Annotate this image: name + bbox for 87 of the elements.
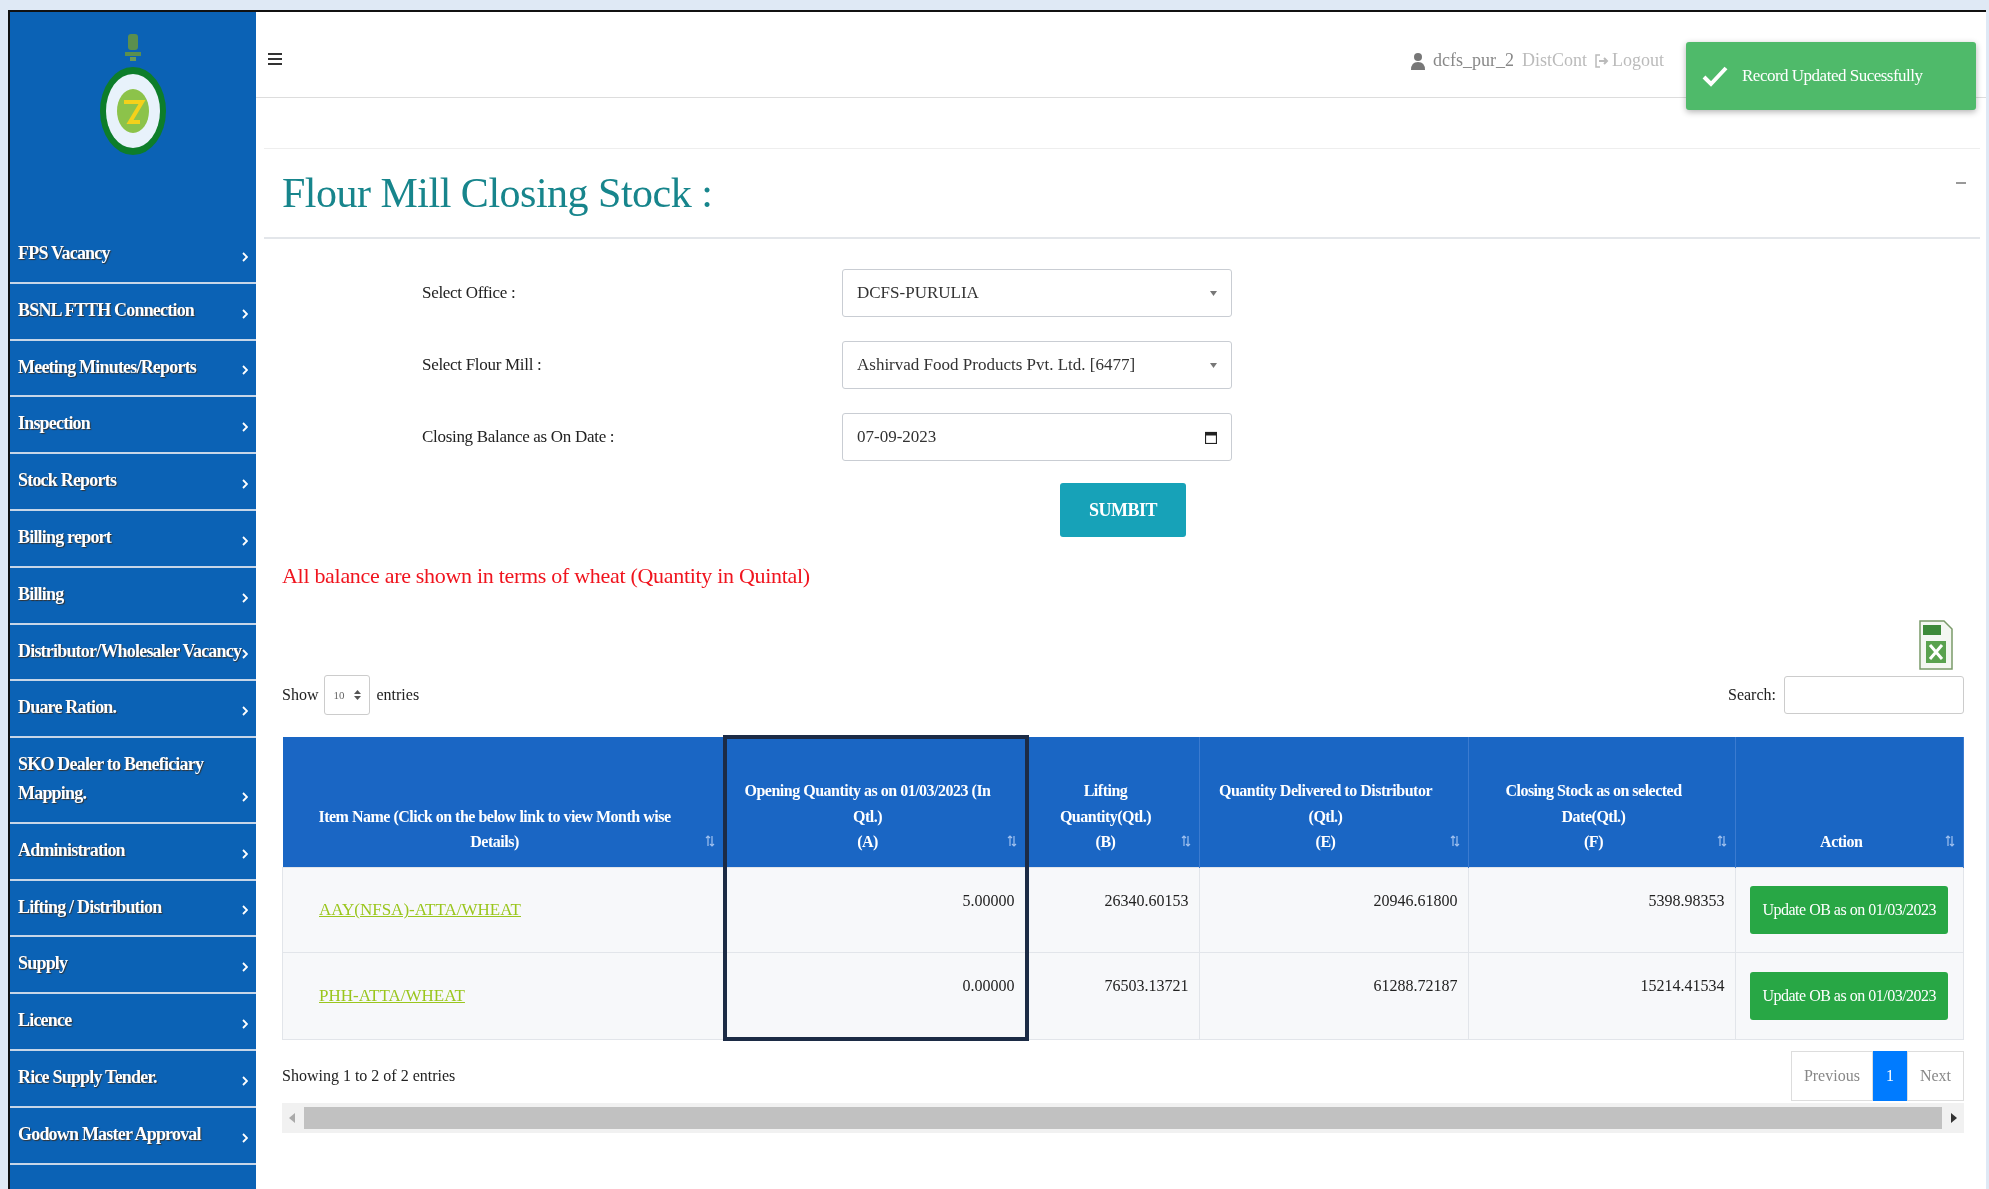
column-header[interactable]: Action	[1735, 737, 1964, 868]
caret-icon	[1210, 290, 1217, 296]
excel-export-icon[interactable]	[1918, 619, 1954, 671]
select-field[interactable]: Ashirvad Food Products Pvt. Ltd. [6477]	[842, 341, 1232, 389]
user-role: DistCont	[1522, 50, 1587, 71]
spinner-arrows-icon	[354, 689, 362, 701]
sidebar-item[interactable]: Lifting / Distribution	[10, 880, 256, 938]
notice-text: All balance are shown in terms of wheat (Quantity in Quintal)	[282, 563, 811, 589]
scroll-left-icon[interactable]	[288, 1113, 296, 1123]
emblem-icon	[122, 32, 144, 62]
table-cell: 76503.13721	[1026, 952, 1199, 1039]
page-button[interactable]: Next	[1906, 1051, 1964, 1101]
sidebar-item[interactable]: Meeting Minutes/Reports	[10, 340, 256, 398]
chevron-icon	[242, 962, 248, 973]
chevron-icon	[242, 592, 248, 603]
chevron-icon	[242, 1018, 248, 1029]
sidebar-item[interactable]: Supply	[10, 937, 256, 995]
sidebar-item[interactable]: FPS Vacancy	[10, 227, 256, 284]
sidebar-item[interactable]: Duare Ration.	[10, 681, 256, 739]
sidebar-item[interactable]: Rice Supply Tender.	[10, 1050, 256, 1108]
page-button[interactable]: Previous	[1790, 1051, 1873, 1101]
sidebar-item[interactable]: SKO Dealer to Beneficiary Mapping.	[10, 738, 256, 824]
table-cell: 5398.98353	[1468, 867, 1735, 953]
sidebar-item[interactable]: Godown Master Approval	[10, 1107, 256, 1165]
calendar-icon	[1205, 430, 1217, 444]
column-header[interactable]: Quantity Delivered to Distributor (Qtl.) (E)	[1199, 737, 1468, 868]
toast-message: Record Updated Sucessfully	[1742, 66, 1923, 86]
field-label: Closing Balance as On Date :	[421, 427, 616, 447]
column-header[interactable]: Closing Stock as on selected Date(Qtl.) (F)	[1468, 737, 1735, 868]
chevron-icon	[242, 905, 248, 916]
chevron-icon	[242, 848, 248, 859]
sidebar-item[interactable]: Licence	[10, 994, 256, 1051]
sidebar-item[interactable]: Administration	[10, 823, 256, 881]
entries-label: entries	[376, 686, 420, 704]
sort-icon[interactable]	[1945, 835, 1955, 847]
search-field[interactable]	[1784, 676, 1964, 714]
sort-icon[interactable]	[1449, 835, 1460, 847]
page-size-select[interactable]: 10	[324, 675, 371, 715]
column-header[interactable]: Lifting Quantity(Qtl.) (B)	[1026, 737, 1199, 868]
user-icon	[1411, 51, 1425, 70]
username: dcfs_pur_2	[1433, 50, 1514, 71]
chevron-icon	[242, 251, 248, 262]
field-label: Select Office :	[421, 283, 517, 303]
search-label: Search:	[1728, 686, 1776, 704]
sidebar-item[interactable]: Inspection	[10, 397, 256, 455]
sort-icon[interactable]	[704, 835, 715, 847]
table-cell: 26340.60153	[1026, 867, 1199, 953]
table-cell: 15214.41534	[1468, 952, 1735, 1039]
table-info: Showing 1 to 2 of 2 entries	[282, 1067, 456, 1085]
sidebar-item[interactable]: BSNL FTTH Connection	[10, 283, 256, 341]
column-header[interactable]: Item Name (Click on the below link to view Month wise Details)	[282, 737, 725, 868]
table-cell: 20946.61800	[1199, 867, 1468, 953]
logout-icon	[1595, 53, 1609, 68]
chevron-icon	[242, 1132, 248, 1143]
table-cell: 61288.72187	[1199, 952, 1468, 1039]
sidebar-item[interactable]: Distributor/Wholesaler Vacancy	[10, 624, 256, 682]
select-field[interactable]: DCFS-PURULIA	[842, 269, 1232, 317]
chevron-icon	[242, 1075, 248, 1086]
sidebar-item[interactable]: Billing report	[10, 511, 256, 568]
chevron-icon	[242, 535, 248, 546]
scroll-right-icon[interactable]	[1950, 1113, 1958, 1123]
table-cell: 5.00000	[724, 867, 1027, 953]
checkmark-icon	[1702, 65, 1728, 87]
show-label: Show	[282, 686, 319, 704]
chevron-icon	[242, 308, 248, 319]
chevron-icon	[242, 479, 248, 489]
page-button[interactable]: 1	[1872, 1051, 1907, 1101]
sort-icon[interactable]	[1716, 835, 1727, 847]
field-label: Select Flour Mill :	[421, 355, 543, 375]
chevron-icon	[242, 649, 248, 660]
update-button[interactable]: Update OB as on 01/03/2023	[1750, 971, 1949, 1020]
horizontal-scrollbar[interactable]	[282, 1103, 1964, 1133]
column-header[interactable]: Opening Quantity as on 01/03/2023 (In Qtl.) (A)	[724, 737, 1027, 868]
sidebar-item[interactable]: Stock Reports	[10, 454, 256, 511]
date-field[interactable]: 07-09-2023	[842, 413, 1232, 461]
sort-icon[interactable]	[1180, 835, 1191, 847]
menu-icon[interactable]	[268, 52, 282, 66]
chevron-icon	[242, 791, 248, 802]
page-title: Flour Mill Closing Stock :	[282, 169, 713, 217]
update-button[interactable]: Update OB as on 01/03/2023	[1750, 886, 1949, 934]
sort-icon[interactable]	[1006, 835, 1017, 847]
caret-icon	[1210, 362, 1217, 368]
table-cell: 0.00000	[724, 952, 1027, 1039]
chevron-icon	[242, 365, 248, 376]
sidebar-item[interactable]: Billing	[10, 567, 256, 625]
chevron-icon	[242, 422, 248, 433]
chevron-icon	[242, 706, 248, 717]
